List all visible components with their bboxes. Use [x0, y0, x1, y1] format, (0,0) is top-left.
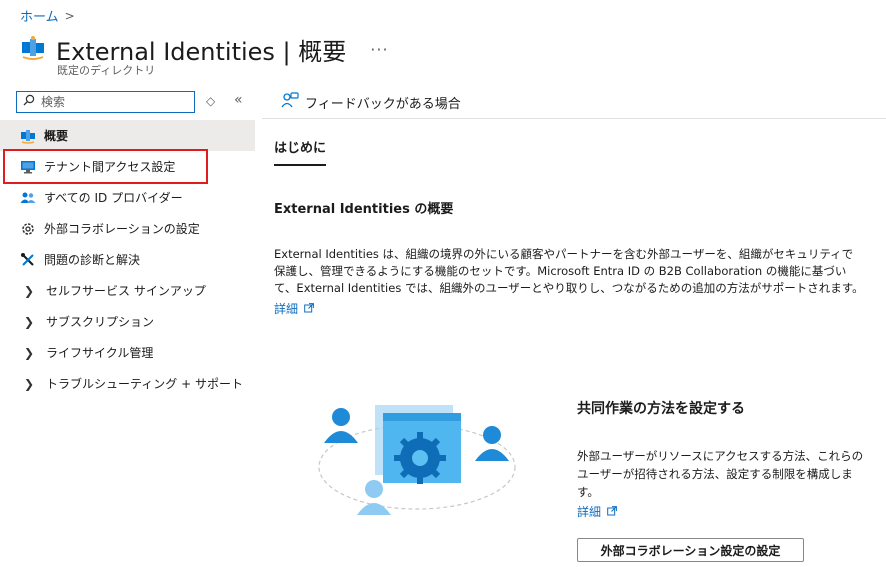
chevron-right-icon: ❯ [24, 345, 35, 360]
configure-external-collab-button[interactable]: 外部コラボレーション設定の設定 [577, 538, 804, 562]
chevron-right-icon: ❯ [24, 283, 35, 298]
tab-get-started[interactable]: はじめに [274, 137, 327, 166]
external-link-icon [607, 503, 617, 521]
collaboration-illustration [310, 395, 525, 539]
overview-heading: External Identities の概要 [274, 202, 454, 217]
collab-text: 外部ユーザーがリソースにアクセスする方法、これらのユーザーが招待される方法、設定… [577, 449, 864, 499]
breadcrumb: ホーム > [20, 6, 75, 26]
search-icon [23, 94, 35, 110]
feedback-person-icon [281, 92, 299, 112]
sidebar-item-label: 問題の診断と解決 [44, 253, 141, 267]
sidebar-item-label: ライフサイクル管理 [46, 346, 154, 360]
sidebar-item-subscriptions[interactable]: ❯ サブスクリプション [0, 306, 255, 337]
sidebar-item-self-service-signup[interactable]: ❯ セルフサービス サインアップ [0, 275, 255, 306]
external-identities-icon [20, 35, 46, 65]
chevron-right-icon: ❯ [24, 314, 35, 329]
sidebar-item-diagnose-solve[interactable]: 問題の診断と解決 [0, 244, 255, 275]
collab-description: 外部ユーザーがリソースにアクセスする方法、これらのユーザーが招待される方法、設定… [577, 447, 867, 521]
collab-heading: 共同作業の方法を設定する [577, 401, 745, 417]
external-identities-icon [20, 128, 36, 144]
gear-icon [20, 221, 36, 237]
search-input[interactable] [41, 95, 181, 109]
search-box[interactable] [16, 91, 195, 113]
sidebar-item-identity-providers[interactable]: すべての ID プロバイダー [0, 182, 255, 213]
sort-icon[interactable]: ◇ [206, 94, 215, 108]
collab-details-link-label: 詳細 [577, 505, 602, 519]
sidebar-item-troubleshooting-support[interactable]: ❯ トラブルシューティング + サポート [0, 368, 255, 399]
collab-details-link[interactable]: 詳細 [577, 503, 867, 521]
collapse-sidebar-button[interactable]: « [234, 92, 243, 108]
sidebar-item-label: すべての ID プロバイダー [44, 191, 183, 205]
sidebar-item-overview[interactable]: 概要 [0, 120, 255, 151]
sidebar-item-label: 概要 [44, 129, 69, 143]
external-link-icon [304, 301, 314, 318]
divider [262, 118, 886, 119]
sidebar-item-label: トラブルシューティング + サポート [46, 377, 243, 391]
overview-text: External Identities は、組織の境界の外にいる顧客やパートナー… [274, 247, 864, 295]
page-subtitle: 既定のディレクトリ [57, 64, 156, 77]
highlight-box [3, 149, 208, 184]
sidebar-item-label: セルフサービス サインアップ [46, 284, 206, 298]
feedback-label: フィードバックがある場合 [305, 96, 461, 112]
details-link[interactable]: 詳細 [274, 301, 864, 318]
sidebar-item-lifecycle-management[interactable]: ❯ ライフサイクル管理 [0, 337, 255, 368]
more-options-button[interactable]: ··· [370, 40, 388, 59]
sidebar-item-label: 外部コラボレーションの設定 [44, 222, 200, 236]
details-link-label: 詳細 [274, 302, 299, 316]
breadcrumb-separator: > [64, 8, 75, 23]
breadcrumb-home-link[interactable]: ホーム [20, 6, 59, 25]
chevron-right-icon: ❯ [24, 376, 35, 391]
sidebar-item-label: サブスクリプション [46, 315, 155, 329]
users-icon [20, 190, 36, 206]
overview-description: External Identities は、組織の境界の外にいる顧客やパートナー… [274, 246, 864, 318]
feedback-button[interactable]: フィードバックがある場合 [281, 92, 461, 112]
sidebar-item-external-collab-settings[interactable]: 外部コラボレーションの設定 [0, 213, 255, 244]
wrench-icon [20, 252, 36, 268]
